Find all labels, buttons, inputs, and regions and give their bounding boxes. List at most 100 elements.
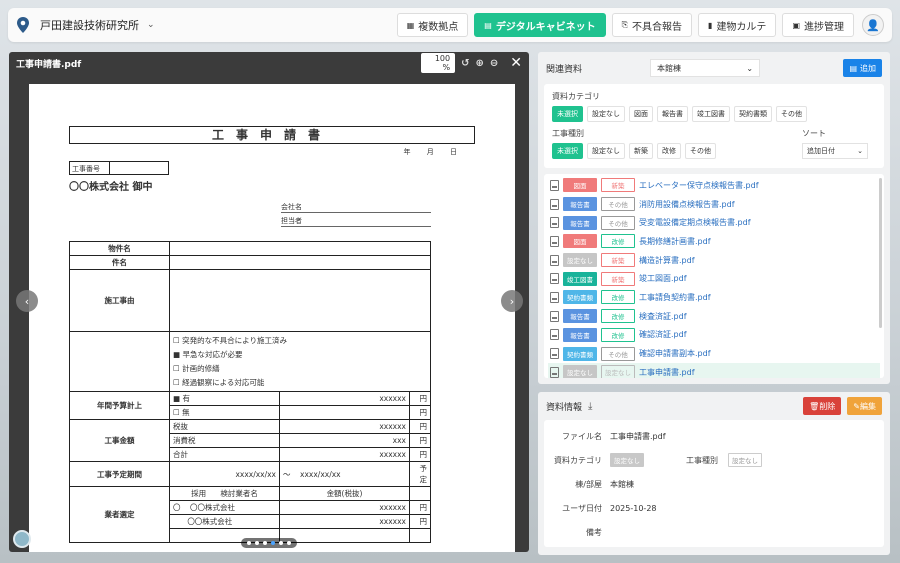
- file-row[interactable]: 設定なし 設定なし 工事申請書.pdf: [548, 362, 880, 378]
- edit-button[interactable]: ✎ 編集: [847, 397, 882, 415]
- file-name-link[interactable]: 確認申請書副本.pdf: [639, 348, 711, 359]
- doc-atena: 〇〇株式会社 御中: [69, 182, 153, 193]
- chevron-down-icon[interactable]: ⌄: [147, 20, 155, 30]
- filter-chip[interactable]: その他: [685, 143, 716, 159]
- nav-label: 建物カルテ: [716, 21, 767, 33]
- gyosha-label: 業者選定: [69, 486, 170, 543]
- room-label: 棟/部屋: [575, 479, 602, 489]
- file-row[interactable]: 契約書類 改修 工事請負契約書.pdf: [548, 288, 880, 307]
- scrollbar[interactable]: [879, 178, 882, 328]
- file-name-link[interactable]: 構造計算書.pdf: [639, 255, 695, 266]
- rotate-icon[interactable]: ↺: [461, 58, 469, 69]
- page-dots[interactable]: [241, 538, 297, 548]
- nav-button-2[interactable]: ⎘ 不具合報告: [611, 13, 693, 37]
- filter-chip[interactable]: 未選択: [552, 106, 583, 122]
- page-dot[interactable]: [287, 541, 291, 545]
- sort-block: ソート 追加日付 ⌄: [802, 128, 868, 159]
- file-row[interactable]: 報告書 改修 検査済証.pdf: [548, 307, 880, 326]
- page-dot[interactable]: [279, 541, 283, 545]
- filter-chip[interactable]: 報告書: [657, 106, 688, 122]
- file-row[interactable]: 報告書 その他 消防用設備点検報告書.pdf: [548, 195, 880, 214]
- file-row[interactable]: 契約書類 その他 確認申請書副本.pdf: [548, 344, 880, 363]
- filter-chip[interactable]: その他: [776, 106, 807, 122]
- zoom-input[interactable]: 100 %: [421, 53, 456, 73]
- user-date-value: 2025-10-28: [610, 503, 657, 513]
- filter-chip[interactable]: 新築: [629, 143, 653, 159]
- nav-button-0[interactable]: ▦ 複数拠点: [396, 13, 469, 37]
- nav-button-3[interactable]: ▮ 建物カルテ: [698, 13, 777, 37]
- zoom-out-icon[interactable]: ⊖: [490, 58, 498, 69]
- file-name-link[interactable]: 工事請負契約書.pdf: [639, 292, 711, 303]
- page-dot[interactable]: [255, 541, 259, 545]
- kind-value: 設定なし: [728, 453, 762, 467]
- file-row[interactable]: 竣工図書 新築 竣工図面.pdf: [548, 269, 880, 288]
- next-page-button[interactable]: ›: [501, 290, 523, 312]
- file-row[interactable]: 図面 新築 エレベーター保守点検報告書.pdf: [548, 176, 880, 195]
- nav-button-1[interactable]: ▤ デジタルキャビネット: [474, 13, 606, 37]
- file-name-link[interactable]: 竣工図面.pdf: [639, 273, 687, 284]
- file-name-link[interactable]: 長期修繕計画書.pdf: [639, 236, 711, 247]
- filter-chip[interactable]: 設定なし: [587, 143, 625, 159]
- help-icon[interactable]: [13, 530, 31, 548]
- close-icon[interactable]: ✕: [510, 55, 522, 71]
- category-badge: 契約書類: [563, 290, 597, 305]
- page-dot[interactable]: [271, 541, 275, 545]
- company-label: 会社名: [281, 199, 431, 213]
- checklist-cell: ☐ 突発的な不具合により施工済み ■ 早急な対応が必要 ☐ 計画的修繕 ☐ 経過…: [169, 331, 431, 392]
- file-row[interactable]: 設定なし 新築 構造計算書.pdf: [548, 251, 880, 270]
- file-name-link[interactable]: 工事申請書.pdf: [639, 367, 695, 378]
- filter-chip[interactable]: 竣工図書: [692, 106, 730, 122]
- file-name-link[interactable]: エレベーター保守点検報告書.pdf: [639, 180, 759, 191]
- memo-label: 備考: [586, 527, 602, 537]
- file-add-icon: ▤: [849, 63, 857, 73]
- check-item: ■ 早急な対応が必要: [173, 349, 243, 359]
- org-name[interactable]: 戸田建設技術研究所: [40, 17, 139, 33]
- category-badge: 竣工図書: [563, 271, 597, 286]
- pdf-viewer: 工事申請書.pdf 100 % ↺ ⊕ ⊖ ✕ 工事申請書 年 月 日 工事番号…: [9, 52, 529, 552]
- file-name-link[interactable]: 確認済証.pdf: [639, 329, 687, 340]
- file-row[interactable]: 図面 改修 長期修繕計画書.pdf: [548, 232, 880, 251]
- file-row[interactable]: 報告書 改修 確認済証.pdf: [548, 326, 880, 345]
- file-name-value: 工事申請書.pdf: [610, 431, 666, 441]
- file-name-link[interactable]: 受変電設備定期点検報告書.pdf: [639, 217, 751, 228]
- filter-chip[interactable]: 契約書類: [734, 106, 772, 122]
- nav-label: 進捗管理: [804, 21, 844, 33]
- kind-badge: 新築: [601, 271, 635, 286]
- kingaku-label: 工事金額: [69, 419, 170, 462]
- kind-badge: 設定なし: [601, 365, 635, 378]
- related-documents-panel: 関連資料 本館棟 ⌄ ▤ 追加 資料カテゴリ 未選択 設定なし 図面 報告書 竣工図書 契約書…: [538, 52, 890, 384]
- sort-select[interactable]: 追加日付 ⌄: [802, 143, 868, 159]
- chevron-down-icon: ⌄: [857, 147, 863, 155]
- file-name-link[interactable]: 消防用設備点検報告書.pdf: [639, 199, 735, 210]
- pdf-file-icon: [550, 179, 559, 191]
- delete-button[interactable]: 🗑 削除: [803, 397, 842, 415]
- filter-chip[interactable]: 設定なし: [587, 106, 625, 122]
- riyu-label: 施工事由: [69, 269, 170, 332]
- add-document-button[interactable]: ▤ 追加: [843, 59, 882, 77]
- koji-no-box: 工事番号: [69, 161, 169, 175]
- pdf-file-icon: [550, 366, 559, 378]
- sort-label: ソート: [802, 129, 826, 138]
- main-nav: ▦ 複数拠点 ▤ デジタルキャビネット ⎘ 不具合報告 ▮ 建物カルテ ▣ 進捗管理: [396, 13, 854, 37]
- prev-page-button[interactable]: ‹: [16, 290, 38, 312]
- file-row[interactable]: 報告書 その他 受変電設備定期点検報告書.pdf: [548, 213, 880, 232]
- kind-badge: その他: [601, 346, 635, 361]
- zoom-in-icon[interactable]: ⊕: [475, 58, 483, 69]
- file-name-link[interactable]: 検査済証.pdf: [639, 311, 687, 322]
- nav-button-4[interactable]: ▣ 進捗管理: [782, 13, 854, 37]
- kind-badge: 改修: [601, 327, 635, 342]
- kind-badge: 新築: [601, 253, 635, 268]
- nav-label: 複数拠点: [418, 21, 459, 33]
- filter-chip[interactable]: 未選択: [552, 143, 583, 159]
- page-dot[interactable]: [247, 541, 251, 545]
- category-chips: 未選択 設定なし 図面 報告書 竣工図書 契約書類 その他: [552, 106, 876, 122]
- category-label: 資料カテゴリ: [554, 455, 602, 465]
- category-badge: 設定なし: [563, 253, 597, 268]
- download-icon[interactable]: ⤓: [588, 401, 592, 412]
- user-avatar-icon[interactable]: 👤: [862, 14, 884, 36]
- filter-chip[interactable]: 改修: [657, 143, 681, 159]
- filter-chip[interactable]: 図面: [629, 106, 653, 122]
- building-select[interactable]: 本館棟 ⌄: [650, 59, 761, 77]
- category-badge: 契約書類: [563, 346, 597, 361]
- page-dot[interactable]: [263, 541, 267, 545]
